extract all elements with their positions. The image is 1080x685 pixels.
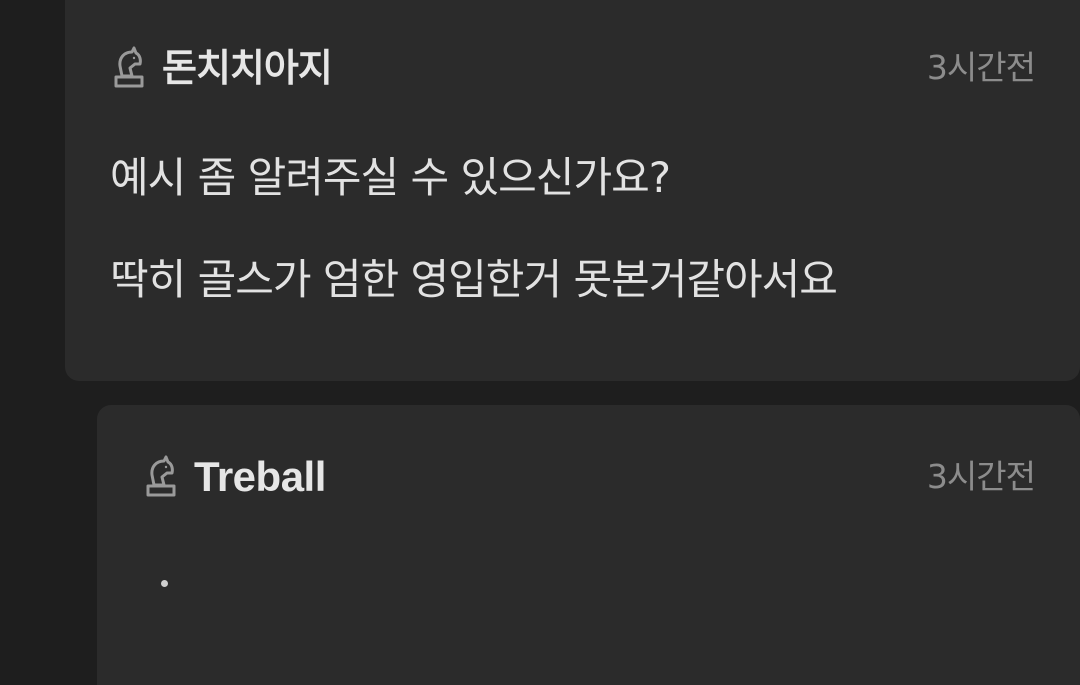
reply-timestamp: 3시간전 [926,457,1036,496]
comment-body-line: 딱히 골스가 엄한 영입한거 못본거같아서요 [110,255,838,304]
comment-card: 돈치치아지 3시간전 예시 좀 알려주실 수 있으신가요? 딱히 골스가 엄한 … [65,0,1080,381]
reply-body [161,580,168,587]
chess-knight-icon [142,455,180,499]
comment-thread: 돈치치아지 3시간전 예시 좀 알려주실 수 있으신가요? 딱히 골스가 엄한 … [0,0,1080,685]
comment-timestamp: 3시간전 [926,48,1036,87]
comment-body-line: 예시 좀 알려주실 수 있으신가요? [110,153,671,202]
comment-username[interactable]: 돈치치아지 [162,44,333,92]
reply-username[interactable]: Treball [194,453,326,501]
reply-card: Treball 3시간전 [97,405,1080,685]
chess-knight-icon [110,46,148,90]
comment-header: 돈치치아지 [110,44,333,92]
reply-header: Treball [142,453,326,501]
